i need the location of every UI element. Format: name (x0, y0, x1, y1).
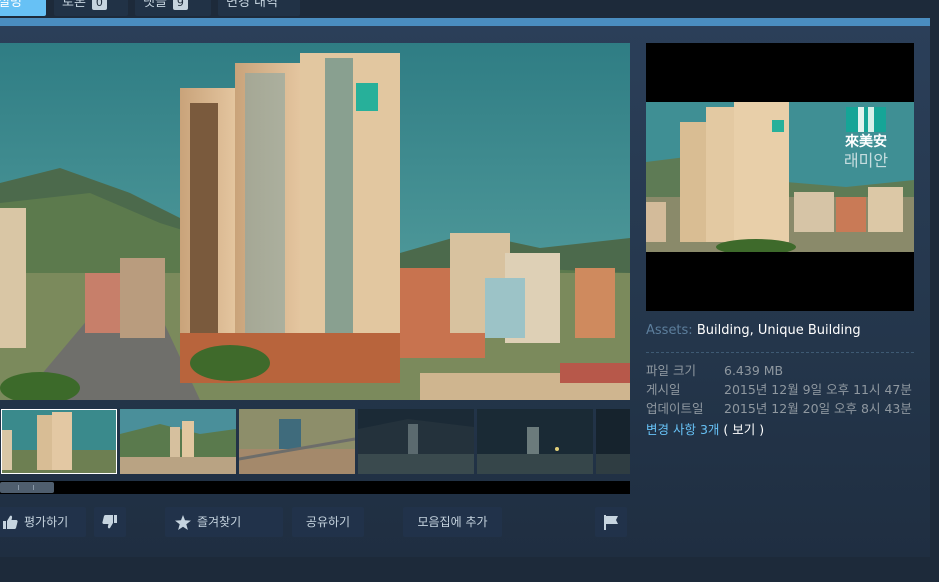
main-screenshot[interactable] (0, 43, 630, 400)
star-icon (175, 514, 191, 530)
thumbnail-6[interactable] (596, 409, 630, 474)
tab-count-badge: 0 (91, 0, 107, 10)
change-notes-row: 변경 사항 3개 ( 보기 ) (646, 419, 764, 438)
updated-value: 2015년 12월 20일 오후 8시 43분 (724, 401, 912, 416)
favorite-button[interactable]: 즐겨찾기 (165, 507, 283, 537)
tab-label: 설명 (0, 0, 22, 10)
tab-bar: 설명 토론 0 댓글 9 변경 내역 (0, 0, 939, 18)
thumbnail-3[interactable] (239, 409, 355, 474)
thumbnail-image (2, 410, 116, 473)
rate-up-button[interactable]: 평가하기 (0, 507, 86, 537)
file-size-label: 파일 크기 (646, 363, 696, 378)
posted-value: 2015년 12월 9일 오후 11시 47분 (724, 382, 912, 397)
add-to-collection-button[interactable]: 모음집에 추가 (403, 507, 502, 537)
preview-sign-hangul: 래미안 (844, 151, 888, 170)
tab-label: 토론 (62, 0, 86, 10)
report-button[interactable] (595, 507, 627, 537)
thumbnail-scrollbar[interactable] (0, 481, 630, 494)
tags-label: Assets: (646, 323, 693, 338)
city-scene-image (0, 43, 630, 400)
tag-separator: , (749, 323, 754, 338)
updated-label: 업데이트일 (646, 401, 704, 416)
file-size-value: 6.439 MB (724, 363, 784, 378)
flag-icon (604, 514, 618, 530)
posted-label: 게시일 (646, 382, 681, 397)
rate-down-button[interactable] (94, 507, 126, 537)
thumbnail-2[interactable] (120, 409, 236, 474)
screenshot-thumbnails (0, 404, 630, 474)
tag-unique-building-link[interactable]: Unique Building (758, 323, 861, 338)
file-size-row: 파일 크기 6.439 MB (646, 361, 912, 380)
preview-art: 來美安 래미안 (646, 102, 914, 252)
tag-building-link[interactable]: Building (697, 323, 750, 338)
tab-change-notes[interactable]: 변경 내역 (218, 0, 300, 16)
thumbnail-image (120, 409, 236, 474)
item-preview-image: 來美安 래미안 (646, 43, 914, 311)
thumbs-up-icon (3, 515, 18, 529)
tab-comments[interactable]: 댓글 9 (135, 0, 211, 16)
thumbnail-image (239, 409, 355, 474)
updated-row: 업데이트일 2015년 12월 20일 오후 8시 43분 (646, 399, 912, 418)
thumbnail-5[interactable] (477, 409, 593, 474)
tab-panel-border (0, 18, 930, 26)
thumbnail-4[interactable] (358, 409, 474, 474)
details-stats: 파일 크기 6.439 MB 게시일 2015년 12월 9일 오후 11시 4… (646, 361, 912, 418)
thumbnail-image (477, 409, 593, 474)
preview-sign-hanja: 來美安 (845, 133, 887, 150)
share-label: 공유하기 (305, 515, 351, 529)
details-divider (646, 352, 914, 353)
rate-label: 평가하기 (24, 515, 69, 529)
thumbnail-1[interactable] (1, 409, 117, 474)
favorite-label: 즐겨찾기 (197, 515, 242, 529)
tags-row: Assets: Building, Unique Building (646, 323, 861, 338)
posted-row: 게시일 2015년 12월 9일 오후 11시 47분 (646, 380, 912, 399)
tab-label: 변경 내역 (226, 0, 278, 10)
scrollbar-handle[interactable] (0, 482, 54, 493)
add-to-collection-label: 모음집에 추가 (417, 515, 488, 529)
tab-discussions[interactable]: 토론 0 (54, 0, 128, 16)
tab-count-badge: 9 (172, 0, 188, 10)
tab-description[interactable]: 설명 (0, 0, 46, 16)
thumbs-down-icon (102, 515, 117, 529)
thumbnail-image (358, 409, 474, 474)
tab-label: 댓글 (143, 0, 167, 10)
thumbnail-image (596, 409, 630, 474)
change-notes-view-link[interactable]: ( 보기 ) (723, 422, 764, 437)
change-notes-link[interactable]: 변경 사항 3개 (646, 422, 719, 437)
share-button[interactable]: 공유하기 (292, 507, 364, 537)
